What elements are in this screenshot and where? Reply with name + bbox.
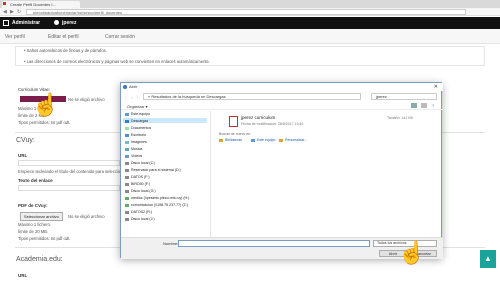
path-breadcrumb[interactable]: « Resultados de la búsqueda en Descargas bbox=[143, 93, 361, 100]
navigation-pane: Este equipo Descargas Documentos Escrito… bbox=[121, 111, 211, 237]
nav-item-drive-h[interactable]: medios (\\pesimis.piinco.edu.uy) (H:) bbox=[131, 196, 189, 200]
academia-heading: Academia.edu: bbox=[16, 256, 63, 263]
videos-icon bbox=[125, 155, 129, 158]
search-this-pc-link[interactable]: Este equipo bbox=[257, 138, 276, 142]
cvuy-url-help: Empiece tecleando el título del contenid… bbox=[18, 169, 133, 174]
view-options-icon[interactable] bbox=[411, 103, 417, 108]
nav-item-pictures[interactable]: Imágenes bbox=[131, 140, 147, 144]
drive-icon bbox=[125, 176, 129, 179]
academia-url-label: URL bbox=[18, 273, 28, 278]
file-modified: Fecha de modificación: 28/5/2017 13:40 bbox=[241, 122, 304, 126]
network-drive-icon bbox=[125, 197, 129, 200]
cvuy-url-input[interactable] bbox=[18, 160, 120, 166]
preview-pane-icon[interactable] bbox=[421, 103, 427, 108]
search-again-label: Buscar de nuevo en: bbox=[219, 132, 252, 136]
search-custom-link[interactable]: Personalizar... bbox=[285, 138, 307, 142]
search-libraries-link[interactable]: Bibliotecas bbox=[225, 138, 242, 142]
dialog-footer: Nombre: Todos los archivos Abrir Cancela… bbox=[121, 237, 443, 259]
network-drive-icon bbox=[125, 204, 129, 207]
up-arrow-icon[interactable]: ↑ bbox=[136, 94, 138, 99]
dialog-title: Abrir bbox=[129, 84, 138, 89]
close-icon[interactable]: ✕ bbox=[434, 83, 438, 91]
user-icon bbox=[54, 20, 59, 25]
cvuy-url-label: URL bbox=[18, 153, 28, 158]
pdf-cvuy-label: PDF de CVuy: bbox=[18, 203, 48, 208]
user-menu[interactable]: jperez bbox=[62, 17, 76, 29]
pdf-file-icon bbox=[229, 116, 238, 127]
pdf-no-file: No se eligió archivo bbox=[68, 214, 105, 219]
browser-tab[interactable]: Create Perfil Docentes I... bbox=[2, 1, 80, 8]
pictures-icon bbox=[125, 141, 129, 144]
nav-item-drive-j[interactable]: Disco local (J:) bbox=[131, 217, 155, 221]
hand-cursor-icon: ☝ bbox=[398, 240, 426, 265]
menu-icon[interactable] bbox=[3, 20, 9, 26]
cv-no-file: No se eligió archivo bbox=[68, 97, 105, 102]
pdf-size-limit: límite de 20 MB. bbox=[18, 229, 49, 234]
nav-item-drive-g[interactable]: Disco local (G:) bbox=[131, 189, 156, 193]
forward-icon[interactable]: ▶ bbox=[10, 9, 14, 15]
drive-icon bbox=[125, 183, 129, 186]
computer-icon bbox=[125, 113, 129, 116]
nav-item-downloads[interactable]: Descargas bbox=[131, 119, 148, 123]
nav-item-drive-d[interactable]: Reservado para el sistema (D:) bbox=[131, 168, 181, 172]
pdf-file-types: Tipos permitidos: txt pdf odt. bbox=[18, 236, 71, 241]
link-text-label: Texto del enlace bbox=[18, 178, 53, 183]
logout-link[interactable]: Cerrar sesión bbox=[105, 34, 135, 40]
libraries-icon bbox=[219, 139, 223, 142]
organize-menu[interactable]: Organizar ▾ bbox=[127, 104, 148, 109]
dialog-titlebar: Abrir bbox=[121, 83, 443, 91]
file-item[interactable]: jperez curriculum Fecha de modificación:… bbox=[215, 113, 439, 129]
music-icon bbox=[125, 148, 129, 151]
reload-icon[interactable]: ↻ bbox=[17, 9, 21, 15]
nav-item-videos[interactable]: Vídeos bbox=[131, 154, 142, 158]
nav-item-drive-r[interactable]: DATOS2 (R:) bbox=[131, 210, 152, 214]
link-text-input[interactable] bbox=[18, 185, 120, 191]
search-box[interactable]: jperez bbox=[371, 93, 437, 100]
scroll-to-top-button[interactable]: ▲ bbox=[480, 250, 496, 268]
edit-profile-link[interactable]: Editar el perfil bbox=[48, 34, 79, 40]
nav-item-desktop[interactable]: Escritorio bbox=[131, 133, 146, 137]
file-size: Tamaño: 141 KB bbox=[387, 116, 413, 120]
view-profile-link[interactable]: Ver perfil bbox=[5, 34, 25, 40]
folder-icon bbox=[279, 139, 283, 142]
drive-icon bbox=[125, 218, 129, 221]
nav-item-music[interactable]: Música bbox=[131, 147, 142, 151]
file-list-pane: jperez curriculum Fecha de modificación:… bbox=[213, 111, 441, 237]
tip-links: • Las direcciones de correos electrónico… bbox=[24, 59, 211, 64]
dialog-toolbar: Organizar ▾ ? bbox=[121, 102, 443, 110]
filename-label: Nombre: bbox=[163, 241, 179, 246]
file-name: jperez curriculum bbox=[241, 115, 276, 120]
tab-favicon-icon bbox=[3, 2, 6, 5]
open-file-dialog: Abrir ✕ ← → ↑ « Resultados de la búsqued… bbox=[120, 82, 443, 259]
address-bar[interactable]: pimodipaufcafo/nenoclar/pp/sesco/perfil_… bbox=[26, 9, 466, 15]
pdf-choose-file-button[interactable]: Seleccionar archivo bbox=[20, 212, 63, 221]
computer-icon bbox=[251, 139, 255, 142]
cv-file-types: Tipos permitidos: txt pdf odt. bbox=[18, 120, 71, 125]
forward-arrow-icon[interactable]: → bbox=[130, 94, 134, 99]
documents-icon bbox=[125, 127, 129, 130]
nav-item-documents[interactable]: Documentos bbox=[131, 126, 151, 130]
nav-item-drive-f2[interactable]: BIRD50 (F:) bbox=[131, 182, 150, 186]
tip-line-breaks: • Saltos automáticos de líneas y de párr… bbox=[24, 48, 107, 53]
drive-icon bbox=[125, 162, 129, 165]
site-header: Administrar jperez bbox=[0, 17, 500, 29]
back-arrow-icon[interactable]: ← bbox=[124, 94, 128, 99]
admin-menu[interactable]: Administrar bbox=[12, 17, 40, 29]
chrome-icon bbox=[123, 85, 127, 89]
nav-item-drive-f[interactable]: DATOS (F:) bbox=[131, 175, 150, 179]
drive-icon bbox=[125, 190, 129, 193]
cvuy-heading: CVuy: bbox=[16, 137, 35, 144]
nav-item-drive-z[interactable]: comunicacion (\\198.75.237.77) (Z:) bbox=[131, 203, 188, 207]
back-icon[interactable]: ◀ bbox=[3, 9, 7, 15]
hand-cursor-icon: ☝ bbox=[32, 92, 60, 117]
pdf-max-files: Máximo 1 fichero. bbox=[18, 222, 52, 227]
filename-input[interactable] bbox=[178, 240, 370, 247]
nav-item-drive-c[interactable]: Disco local (C:) bbox=[131, 161, 155, 165]
download-icon bbox=[125, 120, 129, 123]
nav-item-this-pc[interactable]: Este equipo bbox=[131, 112, 150, 116]
desktop-icon bbox=[125, 134, 129, 137]
drive-icon bbox=[125, 211, 129, 214]
help-icon[interactable]: ? bbox=[432, 103, 434, 108]
drive-icon bbox=[125, 169, 129, 172]
